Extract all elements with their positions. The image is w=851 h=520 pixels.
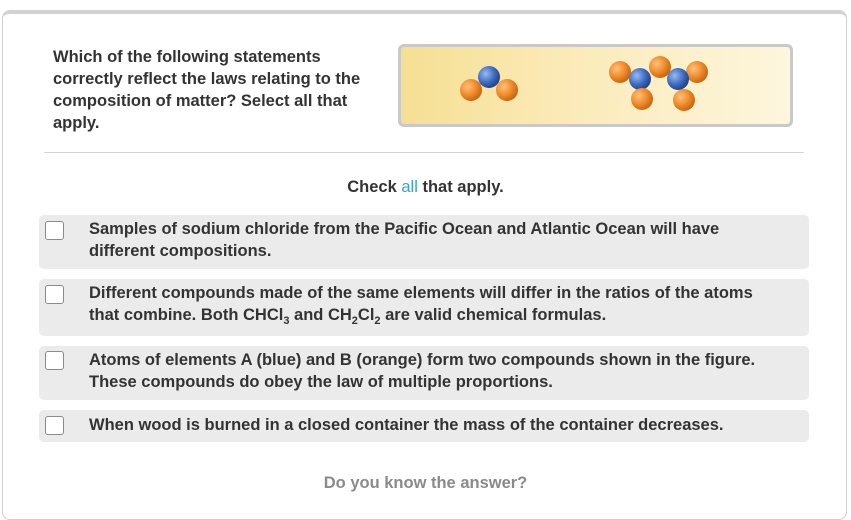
do-you-know-prompt[interactable]: Do you know the answer? xyxy=(0,474,851,493)
orange-atom xyxy=(631,88,653,110)
answer-option-3[interactable]: Atoms of elements A (blue) and B (orange… xyxy=(39,346,809,400)
molecule-figure xyxy=(398,44,793,127)
orange-atom xyxy=(686,61,708,83)
compound-a2b5 xyxy=(609,56,708,111)
answer-option-2[interactable]: Different compounds made of the same ele… xyxy=(39,279,809,336)
molecule-diagram xyxy=(460,56,708,111)
blue-atom xyxy=(629,68,651,90)
checkbox-option-2[interactable] xyxy=(45,285,64,304)
divider xyxy=(44,152,804,153)
option-2-text-part: Cl xyxy=(357,306,375,324)
orange-atom xyxy=(649,56,671,78)
blue-atom xyxy=(667,68,689,90)
option-3-text: Atoms of elements A (blue) and B (orange… xyxy=(89,351,756,391)
instruction-prefix: Check xyxy=(347,178,402,196)
option-2-text: Different compounds made of the same ele… xyxy=(89,282,779,327)
checkbox-option-4[interactable] xyxy=(45,416,64,435)
question-text: Which of the following statements correc… xyxy=(53,48,361,132)
option-4-text: When wood is burned in a closed containe… xyxy=(89,416,724,434)
option-1-text: Samples of sodium chloride from the Paci… xyxy=(89,220,720,260)
instruction-highlight: all xyxy=(401,178,418,196)
orange-atom xyxy=(496,79,518,101)
checkbox-option-3[interactable] xyxy=(45,351,64,370)
orange-atom xyxy=(460,79,482,101)
instruction-text: Check all that apply. xyxy=(0,178,851,197)
answer-option-4[interactable]: When wood is burned in a closed containe… xyxy=(39,410,809,442)
answer-option-1[interactable]: Samples of sodium chloride from the Paci… xyxy=(39,215,809,269)
option-2-text-part: and CH xyxy=(289,306,352,324)
orange-atom xyxy=(673,89,695,111)
blue-atom xyxy=(478,66,500,88)
option-2-text-part: are valid chemical formulas. xyxy=(380,306,607,324)
compound-ab2 xyxy=(460,66,518,101)
instruction-suffix: that apply. xyxy=(417,178,504,196)
checkbox-option-1[interactable] xyxy=(45,221,64,240)
orange-atom xyxy=(609,61,631,83)
